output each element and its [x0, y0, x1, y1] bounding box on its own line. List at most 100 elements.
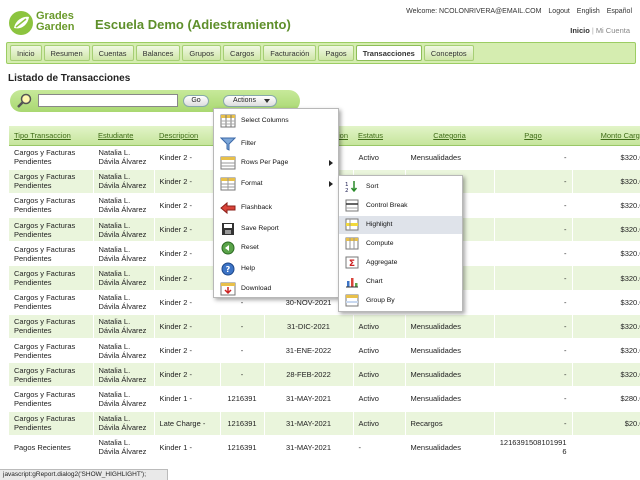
save-report-icon: [220, 222, 236, 236]
submenu-item-highlight[interactable]: Highlight: [339, 216, 462, 234]
menu-item-help[interactable]: ? Help: [214, 261, 338, 277]
table-cell: Cargos y Facturas Pendientes: [9, 338, 94, 364]
table-cell: $320.0: [572, 145, 640, 170]
menu-item-reset[interactable]: Reset: [214, 240, 338, 256]
highlight-icon: [345, 218, 359, 231]
table-cell: -: [494, 241, 573, 267]
submenu-item-label: Chart: [366, 278, 383, 285]
table-cell: Cargos y Facturas Pendientes: [9, 193, 94, 219]
submenu-item-control-break[interactable]: Control Break: [339, 197, 462, 215]
grades-garden-logo[interactable]: Grades Garden: [8, 8, 88, 38]
table-cell: -: [494, 265, 573, 291]
tab-inicio[interactable]: Inicio: [10, 45, 42, 61]
menu-item-save-report[interactable]: Save Report: [214, 221, 338, 237]
submenu-item-label: Control Break: [366, 202, 408, 209]
table-cell: $320.0: [572, 362, 640, 388]
submenu-item-label: Aggregate: [366, 259, 398, 266]
table-cell: Natalia L. Dávila Álvarez: [93, 145, 155, 170]
table-cell: 31-MAY-2021: [264, 386, 354, 412]
logout-link[interactable]: Logout: [548, 8, 569, 15]
column-header[interactable]: Tipo Transaccion: [9, 126, 93, 146]
column-header[interactable]: Estatus: [353, 126, 405, 146]
column-header[interactable]: Monto Cargo: [572, 126, 640, 146]
go-button[interactable]: Go: [183, 95, 209, 107]
tab-conceptos[interactable]: Conceptos: [423, 45, 474, 61]
status-bar: javascript:gReport.dialog2('SHOW_HIGHLIG…: [0, 469, 168, 480]
table-row[interactable]: Cargos y Facturas Pendientes Natalia L. D…: [9, 411, 640, 436]
menu-item-format[interactable]: Format: [214, 176, 338, 192]
actions-button[interactable]: Actions: [223, 95, 277, 107]
table-row[interactable]: Pagos Recientes Natalia L. Dávila Álvarez…: [9, 435, 640, 460]
table-row[interactable]: Cargos y Facturas Pendientes Natalia L. D…: [9, 386, 640, 412]
tab-pagos[interactable]: Pagos: [318, 45, 354, 61]
table-cell: Kinder 2 -: [154, 314, 221, 340]
menu-item-filter[interactable]: Filter: [214, 136, 338, 152]
svg-text:?: ?: [226, 265, 231, 274]
submenu-item-sort[interactable]: 1 2 Sort: [339, 178, 462, 196]
tab-balances[interactable]: Balances: [135, 45, 181, 61]
menu-item-label: Flashback: [241, 204, 272, 211]
table-cell: Cargos y Facturas Pendientes: [9, 217, 94, 243]
menu-item-select-columns[interactable]: Select Columns: [214, 113, 338, 129]
table-cell: Natalia L. Dávila Álvarez: [93, 169, 155, 194]
submenu-item-label: Group By: [366, 297, 395, 304]
svg-text:Σ: Σ: [349, 259, 355, 269]
column-header[interactable]: Pago: [494, 126, 572, 146]
column-header[interactable]: Descripcion: [154, 126, 220, 146]
tab-resumen[interactable]: Resumen: [43, 45, 90, 61]
english-link[interactable]: English: [577, 8, 600, 15]
table-cell: Activo: [353, 411, 406, 436]
submenu-item-compute[interactable]: Compute: [339, 235, 462, 253]
tab-grupos[interactable]: Grupos: [182, 45, 222, 61]
table-cell: Natalia L. Dávila Álvarez: [93, 193, 155, 219]
table-cell: 31-MAY-2021: [264, 435, 354, 460]
page: { "header": { "logo_line1": "Grades", "l…: [0, 0, 640, 480]
mi-cuenta-link[interactable]: Mi Cuenta: [596, 26, 630, 35]
table-cell: -: [494, 314, 573, 340]
submenu-item-label: Sort: [366, 183, 379, 190]
table-cell: 1216391: [220, 411, 265, 436]
table-row[interactable]: Cargos y Facturas Pendientes Natalia L. D…: [9, 362, 640, 388]
rows-per-page-icon: [220, 156, 236, 170]
menu-item-download[interactable]: Download: [214, 281, 338, 297]
table-row[interactable]: Cargos y Facturas Pendientes Natalia L. D…: [9, 314, 640, 340]
table-cell: Mensualidades: [405, 145, 495, 170]
menu-item-rows-per-page[interactable]: Rows Per Page: [214, 155, 338, 171]
table-cell: -: [494, 217, 573, 243]
table-cell: Cargos y Facturas Pendientes: [9, 241, 94, 267]
table-cell: $320.0: [572, 169, 640, 194]
table-cell: Recargos: [405, 411, 495, 436]
espanol-link[interactable]: Español: [607, 8, 632, 15]
table-cell: 1216391: [220, 386, 265, 412]
tab-cargos[interactable]: Cargos: [223, 45, 262, 61]
table-cell: Natalia L. Dávila Álvarez: [93, 265, 155, 291]
table-cell: $320.0: [572, 290, 640, 315]
menu-item-label: Format: [241, 180, 263, 187]
table-cell: Natalia L. Dávila Álvarez: [93, 314, 155, 340]
column-header[interactable]: Categoria: [405, 126, 494, 146]
submenu-item-aggregate[interactable]: Σ Aggregate: [339, 254, 462, 272]
menu-item-flashback[interactable]: Flashback: [214, 200, 338, 216]
submenu-item-chart[interactable]: Chart: [339, 273, 462, 291]
select-columns-icon: [220, 114, 236, 128]
submenu-item-group-by[interactable]: Group By: [339, 292, 462, 310]
help-icon: ?: [220, 262, 236, 276]
column-header[interactable]: Estudiante: [93, 126, 154, 146]
table-cell: Mensualidades: [405, 338, 495, 364]
table-cell: Kinder 2 -: [154, 362, 221, 388]
tab-cuentas[interactable]: Cuentas: [91, 45, 134, 61]
table-cell: Natalia L. Dávila Álvarez: [93, 386, 155, 412]
tab-transacciones[interactable]: Transacciones: [355, 45, 422, 61]
table-cell: Kinder 2 -: [154, 217, 221, 243]
table-cell: Cargos y Facturas Pendientes: [9, 290, 94, 315]
table-cell: 31-ENE-2022: [264, 338, 354, 364]
inicio-link[interactable]: Inicio: [570, 26, 590, 35]
search-icon: [17, 93, 32, 108]
tab-facturaci-n[interactable]: Facturación: [263, 45, 317, 61]
table-row[interactable]: Cargos y Facturas Pendientes Natalia L. D…: [9, 338, 640, 364]
table-cell: -: [353, 435, 406, 460]
account-links: Inicio | Mi Cuenta: [570, 26, 630, 35]
control-break-icon: [345, 199, 359, 212]
submenu-item-label: Compute: [366, 240, 394, 247]
search-input[interactable]: [38, 94, 178, 107]
